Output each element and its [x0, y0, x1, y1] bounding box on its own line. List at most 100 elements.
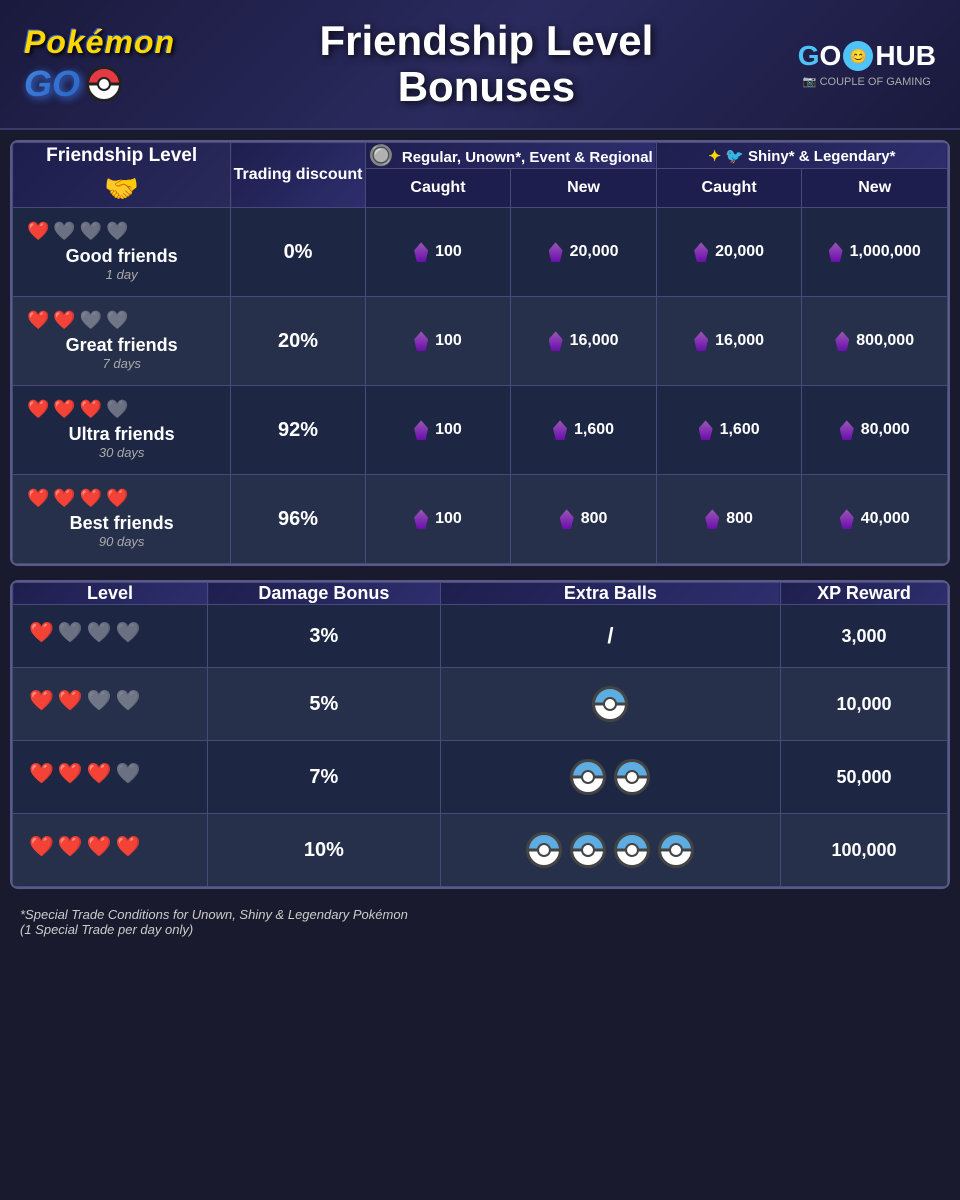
stardust-value: 800,000 — [812, 331, 937, 351]
trading-table-row: ❤️❤️❤️🤍 Ultra friends 30 days 92% 100 1,… — [13, 386, 948, 475]
heart-filled-icon: ❤️ — [29, 837, 54, 857]
stardust-crystal-icon — [829, 242, 843, 262]
pokemon-text: Pokémon — [24, 24, 175, 61]
extra-balls-cell-0: / — [440, 605, 780, 668]
bonus-hearts-1: ❤️❤️🤍🤍 — [29, 691, 191, 717]
level-days-2: 30 days — [27, 445, 216, 460]
regular-new-cell-1: 16,000 — [511, 297, 657, 386]
trading-table-row: ❤️❤️❤️❤️ Best friends 90 days 96% 100 80… — [13, 475, 948, 564]
regular-caught-cell-2: 100 — [365, 386, 511, 475]
heart-empty-icon: 🤍 — [80, 222, 102, 240]
bonus-table-row: ❤️🤍🤍🤍 3% / 3,000 — [13, 605, 948, 668]
stardust-crystal-icon — [549, 242, 563, 262]
heart-empty-icon: 🤍 — [87, 691, 112, 711]
shiny-group-header: ✦ 🐦 Shiny* & Legendary* — [656, 143, 947, 169]
xp-reward-cell-1: 10,000 — [781, 668, 948, 741]
heart-filled-icon: ❤️ — [106, 489, 128, 507]
stardust-value: 40,000 — [812, 509, 937, 529]
regular-icon: 🔘 — [369, 145, 394, 167]
heart-filled-icon: ❤️ — [87, 764, 112, 784]
stardust-crystal-icon — [414, 509, 428, 529]
heart-empty-icon: 🤍 — [116, 764, 141, 784]
level-cell-3: ❤️❤️❤️❤️ Best friends 90 days — [13, 475, 231, 564]
heart-filled-icon: ❤️ — [80, 489, 102, 507]
level-cell-1: ❤️❤️🤍🤍 Great friends 7 days — [13, 297, 231, 386]
shiny-caught-subheader: Caught — [656, 169, 802, 208]
damage-bonus-cell-3: 10% — [208, 814, 441, 887]
table-header-row-1: Friendship Level 🤝 Trading discount 🔘 Re… — [13, 143, 948, 169]
trading-table-row: ❤️🤍🤍🤍 Good friends 1 day 0% 100 20,000 2… — [13, 208, 948, 297]
level-cell-2: ❤️❤️❤️🤍 Ultra friends 30 days — [13, 386, 231, 475]
bonus-table: Level Damage Bonus Extra Balls XP Reward… — [12, 582, 948, 887]
main-content: Friendship Level 🤝 Trading discount 🔘 Re… — [0, 130, 960, 955]
shiny-new-label: New — [858, 179, 891, 196]
bonus-table-row: ❤️❤️❤️🤍 7% 50,000 — [13, 741, 948, 814]
stardust-value: 800 — [521, 509, 646, 529]
damage-bonus-header: Damage Bonus — [208, 583, 441, 605]
regular-new-label: New — [567, 179, 600, 196]
bonus-header-row: Level Damage Bonus Extra Balls XP Reward — [13, 583, 948, 605]
instagram-icon: 📷 — [803, 75, 817, 88]
stardust-crystal-icon — [835, 331, 849, 351]
extra-balls-cell-3 — [440, 814, 780, 887]
heart-filled-icon: ❤️ — [58, 764, 83, 784]
bonus-table-row: ❤️❤️❤️❤️ 10% 100,000 — [13, 814, 948, 887]
discount-cell-3: 96% — [231, 475, 365, 564]
balls-container — [451, 686, 770, 722]
regular-header-text: Regular, Unown*, Event & Regional — [402, 149, 653, 166]
go-badge: GO — [24, 63, 122, 105]
regular-caught-cell-3: 100 — [365, 475, 511, 564]
trading-discount-text: Trading discount — [231, 166, 364, 184]
shiny-caught-cell-3: 800 — [656, 475, 802, 564]
extra-balls-header: Extra Balls — [440, 583, 780, 605]
friendship-level-header-text: Friendship Level — [13, 145, 230, 168]
trading-table: Friendship Level 🤝 Trading discount 🔘 Re… — [12, 142, 948, 564]
level-days-0: 1 day — [27, 267, 216, 282]
bonus-table-wrapper: Level Damage Bonus Extra Balls XP Reward… — [10, 580, 950, 889]
stardust-crystal-icon — [549, 331, 563, 351]
stardust-value: 20,000 — [521, 242, 646, 262]
couple-gaming-row: 📷 COUPLE OF GAMING — [803, 75, 931, 88]
bonus-table-row: ❤️❤️🤍🤍 5% 10,000 — [13, 668, 948, 741]
damage-bonus-cell-2: 7% — [208, 741, 441, 814]
xp-reward-cell-3: 100,000 — [781, 814, 948, 887]
stardust-crystal-icon — [840, 509, 854, 529]
pokeball-ball-icon — [570, 759, 606, 795]
shiny-caught-cell-2: 1,600 — [656, 386, 802, 475]
shiny-new-cell-1: 800,000 — [802, 297, 948, 386]
heart-filled-icon: ❤️ — [27, 489, 49, 507]
heart-filled-icon: ❤️ — [29, 691, 54, 711]
bonus-level-header: Level — [13, 583, 208, 605]
stardust-crystal-icon — [414, 420, 428, 440]
heart-empty-icon: 🤍 — [106, 311, 128, 329]
level-name-0: Good friends — [27, 246, 216, 267]
heart-filled-icon: ❤️ — [80, 400, 102, 418]
shiny-header-text: Shiny* & Legendary* — [748, 148, 896, 165]
discount-cell-1: 20% — [231, 297, 365, 386]
heart-filled-icon: ❤️ — [58, 691, 83, 711]
regular-group-header: 🔘 Regular, Unown*, Event & Regional — [365, 143, 656, 169]
heart-empty-icon: 🤍 — [116, 691, 141, 711]
stardust-value: 1,600 — [521, 420, 646, 440]
bonus-table-body: ❤️🤍🤍🤍 3% / 3,000 ❤️❤️🤍🤍 5% 10,000 ❤️❤️❤️… — [13, 605, 948, 887]
heart-empty-icon: 🤍 — [106, 400, 128, 418]
stardust-crystal-icon — [414, 331, 428, 351]
footer-note-line2: (1 Special Trade per day only) — [20, 922, 940, 937]
heart-filled-icon: ❤️ — [27, 311, 49, 329]
regular-new-cell-0: 20,000 — [511, 208, 657, 297]
discount-value-1: 20% — [241, 330, 354, 353]
go-text: GO — [24, 63, 80, 105]
heart-filled-icon: ❤️ — [53, 400, 75, 418]
pokeball-ball-icon — [592, 686, 628, 722]
level-name-2: Ultra friends — [27, 424, 216, 445]
xp-reward-header: XP Reward — [781, 583, 948, 605]
shiny-new-cell-3: 40,000 — [802, 475, 948, 564]
level-days-3: 90 days — [27, 534, 216, 549]
heart-filled-icon: ❤️ — [53, 311, 75, 329]
gohub-hub-text: HUB — [875, 40, 936, 72]
gohub-logo: GO 😊 HUB 📷 COUPLE OF GAMING — [798, 40, 936, 88]
gohub-circle-icon: 😊 — [843, 41, 873, 71]
regular-caught-cell-1: 100 — [365, 297, 511, 386]
page-title: Friendship Level Bonuses — [175, 18, 798, 110]
shiny-caught-label: Caught — [702, 179, 757, 196]
